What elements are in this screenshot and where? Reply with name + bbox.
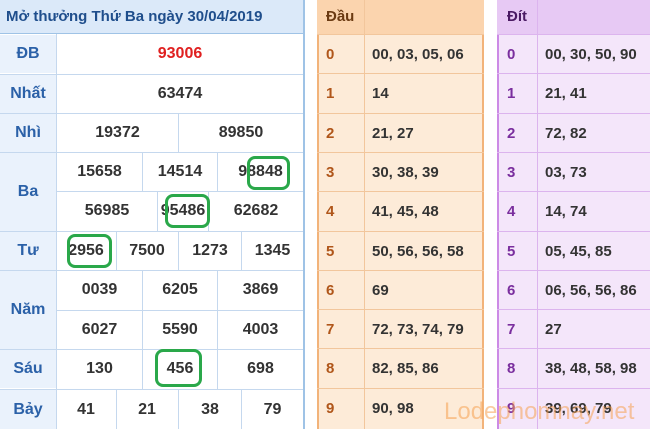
prize-tu-number-4: 1345: [254, 242, 291, 259]
row-divider: [317, 113, 484, 114]
prize-ba-number-1: 15658: [77, 163, 122, 180]
dau-row-value: 50, 56, 56, 58: [372, 243, 464, 260]
row-divider: [497, 270, 650, 271]
row-divider: [317, 348, 484, 349]
prize-label-nhi: Nhì: [0, 114, 56, 152]
highlight-circle: [247, 156, 290, 190]
prize-bay-number-2: 21: [138, 400, 156, 418]
dau-row-value: 72, 73, 74, 79: [372, 321, 464, 338]
prize-label-nam: Năm: [0, 271, 56, 349]
prize-bay-number-3: 38: [201, 400, 219, 418]
prize-ba-number-6: 62682: [233, 202, 279, 219]
dit-row-key: 4: [507, 203, 516, 220]
dit-row-value: 05, 45, 85: [545, 243, 612, 260]
dit-column-divider: [537, 0, 538, 429]
prize-nam-number-1: 0039: [81, 281, 118, 298]
dau-row-key: 5: [326, 243, 335, 260]
prize-db-number: 93006: [157, 45, 203, 62]
row-divider: [497, 191, 650, 192]
prize-sau-number-3: 698: [247, 360, 274, 377]
prize-label-db: ĐB: [0, 35, 56, 73]
prize-nam-number-3: 3869: [242, 281, 279, 298]
dau-row-value: 00, 03, 05, 06: [372, 46, 464, 63]
prize-bay-number-1: 41: [77, 400, 95, 418]
dau-row-key: 7: [326, 321, 335, 338]
row-divider: [497, 113, 650, 114]
dau-row-key: 3: [326, 164, 335, 181]
dit-row-key: 5: [507, 243, 516, 260]
dau-row-key: 4: [326, 203, 335, 220]
row-divider: [317, 270, 484, 271]
prize-ba-number-2: 14514: [157, 163, 203, 180]
dit-row-value: 38, 48, 58, 98: [545, 360, 637, 377]
prize-nam-number-2: 6205: [162, 281, 198, 298]
dit-header-label: Đít: [507, 8, 527, 25]
prize-nhi-number-2: 89850: [218, 124, 264, 141]
row-divider: [497, 73, 650, 74]
prize-label-tu: Tư: [0, 232, 56, 270]
row-divider: [497, 348, 650, 349]
prize-nam-number-5: 5590: [162, 321, 198, 338]
page-title: Mở thưởng Thứ Ba ngày 30/04/2019: [6, 8, 263, 25]
dau-row-key: 1: [326, 85, 335, 102]
dau-row-key: 8: [326, 360, 335, 377]
dau-column-divider: [364, 0, 365, 429]
dau-row-key: 0: [326, 46, 335, 63]
row-divider: [317, 73, 484, 74]
prize-label-ba: Ba: [0, 153, 56, 231]
prize-label-bay: Bảy: [0, 390, 56, 429]
prize-nhat-number: 63474: [157, 85, 203, 102]
highlight-circle: [155, 349, 202, 387]
prize-bay-number-4: 79: [263, 400, 282, 418]
highlight-circle: [165, 194, 210, 228]
row-divider: [497, 152, 650, 153]
prize-sau-number-1: 130: [86, 360, 113, 377]
dau-row-key: 6: [326, 282, 335, 299]
row-divider: [497, 309, 650, 310]
row-divider: [497, 388, 650, 389]
dit-row-value: 72, 82: [545, 125, 587, 142]
row-divider: [317, 388, 484, 389]
row-divider: [317, 152, 484, 153]
row-divider: [497, 231, 650, 232]
dit-row-key: 2: [507, 125, 516, 142]
dau-row-key: 9: [326, 400, 335, 417]
row-divider: [317, 309, 484, 310]
dau-row-value: 82, 85, 86: [372, 360, 439, 377]
row-divider: [497, 34, 650, 35]
prize-label-nhat: Nhất: [0, 75, 56, 113]
prize-ba-number-4: 56985: [84, 202, 130, 219]
prize-tu-number-3: 1273: [192, 242, 228, 259]
dit-row-value: 21, 41: [545, 85, 587, 102]
row-divider: [317, 34, 484, 35]
prize-nhi-number-1: 19372: [95, 124, 140, 141]
row-divider: [317, 231, 484, 232]
dit-row-key: 7: [507, 321, 516, 338]
dau-row-value: 30, 38, 39: [372, 164, 439, 181]
dit-row-value: 14, 74: [545, 203, 587, 220]
label-column-divider: [56, 34, 57, 429]
dit-row-value: 03, 73: [545, 164, 587, 181]
dau-header-label: Đầu: [326, 8, 355, 25]
dau-row-value: 21, 27: [372, 125, 414, 142]
highlight-circle: [67, 234, 112, 268]
dit-row-key: 0: [507, 46, 516, 63]
dau-row-value: 41, 45, 48: [372, 203, 439, 220]
prize-tu-number-2: 7500: [129, 242, 165, 259]
dit-row-key: 8: [507, 360, 516, 377]
dau-row-value: 14: [372, 85, 389, 102]
dit-row-key: 1: [507, 85, 516, 102]
dit-row-key: 6: [507, 282, 516, 299]
dit-row-value: 27: [545, 321, 562, 338]
prize-nam-number-4: 6027: [81, 321, 118, 338]
dit-row-key: 3: [507, 164, 516, 181]
dau-row-key: 2: [326, 125, 335, 142]
prize-label-sau: Sáu: [0, 350, 56, 388]
row-divider: [317, 191, 484, 192]
dit-row-value: 06, 56, 56, 86: [545, 282, 637, 299]
dau-row-value: 69: [372, 282, 389, 299]
watermark: Lodephomnay.net: [444, 398, 635, 425]
prize-nam-number-6: 4003: [242, 321, 279, 338]
dit-row-value: 00, 30, 50, 90: [545, 46, 637, 63]
